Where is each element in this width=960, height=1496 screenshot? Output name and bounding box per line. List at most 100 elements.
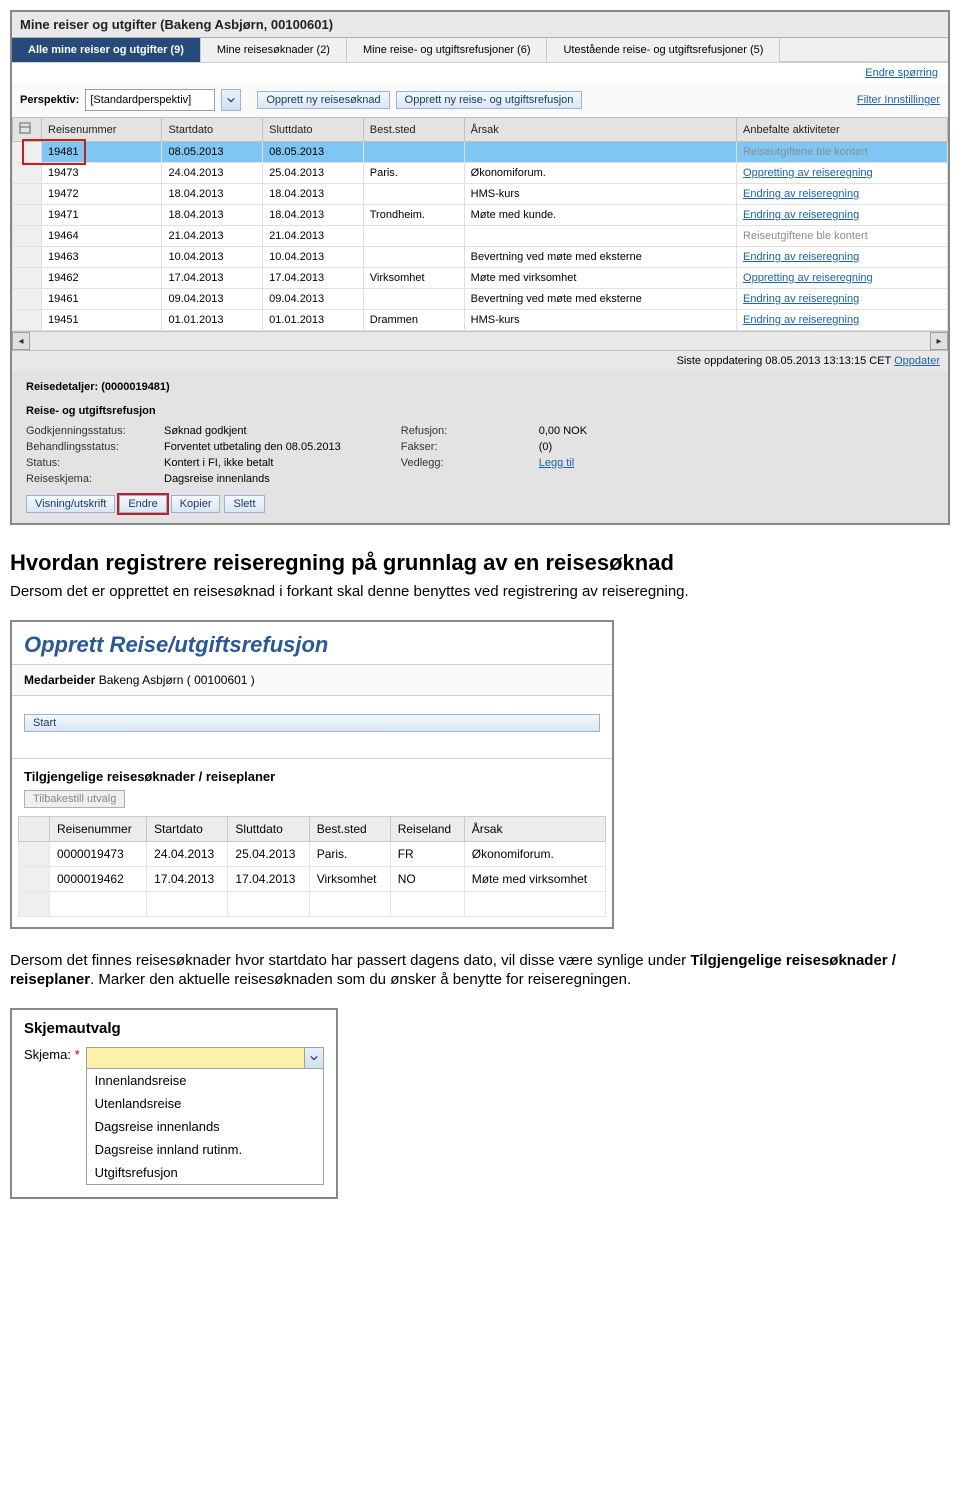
row-selector[interactable] [19, 841, 50, 866]
col-beststed[interactable]: Best.sted [363, 118, 464, 142]
col-sluttdato[interactable]: Sluttdato [263, 118, 364, 142]
s2-col-reiseland[interactable]: Reiseland [390, 816, 464, 841]
detail-buttons: Visning/utskrift Endre Kopier Slett [26, 495, 934, 513]
s2-col-startdato[interactable]: Startdato [147, 816, 228, 841]
details-title: Reisedetaljer: (0000019481) [26, 381, 934, 393]
perspektiv-select[interactable] [85, 89, 215, 111]
cell-reisenummer: 19471 [42, 205, 162, 226]
detail-row: Behandlingsstatus:Forventet utbetaling d… [26, 441, 341, 453]
cell: 17.04.2013 [162, 268, 263, 289]
s2-medarb-value: Bakeng Asbjørn ( 00100601 ) [99, 673, 255, 687]
cell: 17.04.2013 [228, 866, 309, 891]
s2-col-nr[interactable]: Reisenummer [50, 816, 147, 841]
tab-refunds[interactable]: Mine reise- og utgiftsrefusjoner (6) [347, 38, 548, 62]
skjema-option[interactable]: Innenlandsreise [87, 1069, 323, 1092]
col-startdato[interactable]: Startdato [162, 118, 263, 142]
table-row[interactable]: 000001947324.04.201325.04.2013Paris.FRØk… [19, 841, 606, 866]
last-update-line: Siste oppdatering 08.05.2013 13:13:15 CE… [12, 350, 948, 371]
skjema-option[interactable]: Dagsreise innland rutinm. [87, 1138, 323, 1161]
cell: 24.04.2013 [147, 841, 228, 866]
table-row[interactable]: 1945101.01.201301.01.2013DrammenHMS-kurs… [13, 310, 948, 331]
row-selector[interactable] [13, 247, 42, 268]
activity-link[interactable]: Reiseutgiftene ble kontert [743, 230, 868, 242]
row-selector[interactable] [13, 226, 42, 247]
activity-link[interactable]: Reiseutgiftene ble kontert [743, 146, 868, 158]
cell: NO [390, 866, 464, 891]
cell [363, 184, 464, 205]
cell [363, 226, 464, 247]
detail-row: Status:Kontert i FI, ikke betalt [26, 457, 341, 469]
skjema-option[interactable]: Utenlandsreise [87, 1092, 323, 1115]
skjema-option[interactable]: Dagsreise innenlands [87, 1115, 323, 1138]
col-aktiviteter[interactable]: Anbefalte aktiviteter [737, 118, 948, 142]
doc-paragraph-1: Dersom det er opprettet en reisesøknad i… [10, 582, 950, 602]
row-selector[interactable] [13, 268, 42, 289]
cell: 10.04.2013 [263, 247, 364, 268]
btn-slett[interactable]: Slett [224, 495, 264, 513]
btn-visning[interactable]: Visning/utskrift [26, 495, 115, 513]
row-selector[interactable] [13, 310, 42, 331]
skjema-select[interactable]: InnenlandsreiseUtenlandsreiseDagsreise i… [86, 1047, 324, 1185]
table-row[interactable]: 1947324.04.201325.04.2013Paris.Økonomifo… [13, 163, 948, 184]
cell: Drammen [363, 310, 464, 331]
detail-row: Reiseskjema:Dagsreise innenlands [26, 473, 341, 485]
perspektiv-dropdown[interactable] [221, 89, 241, 111]
col-arsak[interactable]: Årsak [464, 118, 736, 142]
row-selector[interactable] [13, 205, 42, 226]
skjema-option[interactable]: Utgiftsrefusjon [87, 1161, 323, 1184]
cell [464, 226, 736, 247]
cell-reisenummer: 19463 [42, 247, 162, 268]
btn-reset-selection: Tilbakestill utvalg [24, 790, 125, 808]
s2-col-arsak[interactable]: Årsak [464, 816, 605, 841]
cell [464, 142, 736, 163]
table-row[interactable]: 000001946217.04.201317.04.2013Virksomhet… [19, 866, 606, 891]
row-selector[interactable] [13, 163, 42, 184]
btn-new-request[interactable]: Opprett ny reisesøknad [257, 91, 389, 109]
btn-kopier[interactable]: Kopier [171, 495, 221, 513]
cell: 10.04.2013 [162, 247, 263, 268]
cell: 01.01.2013 [162, 310, 263, 331]
cell: HMS-kurs [464, 310, 736, 331]
activity-link[interactable]: Endring av reiseregning [743, 209, 859, 221]
btn-new-refund[interactable]: Opprett ny reise- og utgiftsrefusjon [396, 91, 583, 109]
link-legg-til[interactable]: Legg til [539, 457, 574, 469]
horizontal-scrollbar[interactable]: ◂ ▸ [12, 331, 948, 350]
activity-link[interactable]: Endring av reiseregning [743, 251, 859, 263]
btn-endre[interactable]: Endre [119, 495, 166, 513]
tab-requests[interactable]: Mine reisesøknader (2) [201, 38, 347, 62]
table-row[interactable]: 1946109.04.201309.04.2013Bevertning ved … [13, 289, 948, 310]
row-selector[interactable] [13, 289, 42, 310]
available-requests-table: Reisenummer Startdato Sluttdato Best.ste… [18, 816, 606, 917]
scroll-right-icon[interactable]: ▸ [930, 332, 948, 350]
scroll-left-icon[interactable]: ◂ [12, 332, 30, 350]
tab-outstanding[interactable]: Utestående reise- og utgiftsrefusjoner (… [547, 38, 780, 62]
skjema-dropdown-btn[interactable] [304, 1048, 323, 1068]
table-row[interactable]: 1947118.04.201318.04.2013Trondheim.Møte … [13, 205, 948, 226]
col-reisenummer[interactable]: Reisenummer [42, 118, 162, 142]
cell: 08.05.2013 [263, 142, 364, 163]
row-selector[interactable] [13, 184, 42, 205]
cell: 17.04.2013 [147, 866, 228, 891]
activity-link[interactable]: Endring av reiseregning [743, 314, 859, 326]
table-row[interactable]: 1946310.04.201310.04.2013Bevertning ved … [13, 247, 948, 268]
activity-link[interactable]: Endring av reiseregning [743, 188, 859, 200]
link-endre-sporring[interactable]: Endre spørring [865, 67, 938, 79]
table-row[interactable]: 1946421.04.201321.04.2013Reiseutgiftene … [13, 226, 948, 247]
table-row[interactable]: 1948108.05.201308.05.2013Reiseutgiftene … [13, 142, 948, 163]
row-select-header[interactable] [13, 118, 42, 142]
s2-col-sluttdato[interactable]: Sluttdato [228, 816, 309, 841]
tab-all[interactable]: Alle mine reiser og utgifter (9) [12, 38, 201, 62]
link-filter-settings[interactable]: Filter Innstillinger [857, 94, 940, 106]
activity-link[interactable]: Oppretting av reiseregning [743, 272, 873, 284]
activity-link[interactable]: Endring av reiseregning [743, 293, 859, 305]
cell-reisenummer: 19481 [42, 142, 162, 163]
activity-link[interactable]: Oppretting av reiseregning [743, 167, 873, 179]
link-oppdater[interactable]: Oppdater [894, 355, 940, 367]
table-row[interactable]: 1947218.04.201318.04.2013HMS-kursEndring… [13, 184, 948, 205]
row-selector[interactable] [19, 866, 50, 891]
table-row[interactable]: 1946217.04.201317.04.2013VirksomhetMøte … [13, 268, 948, 289]
btn-start[interactable]: Start [24, 714, 600, 732]
chevron-down-icon [227, 96, 235, 104]
row-selector[interactable] [13, 142, 42, 163]
s2-col-beststed[interactable]: Best.sted [309, 816, 390, 841]
